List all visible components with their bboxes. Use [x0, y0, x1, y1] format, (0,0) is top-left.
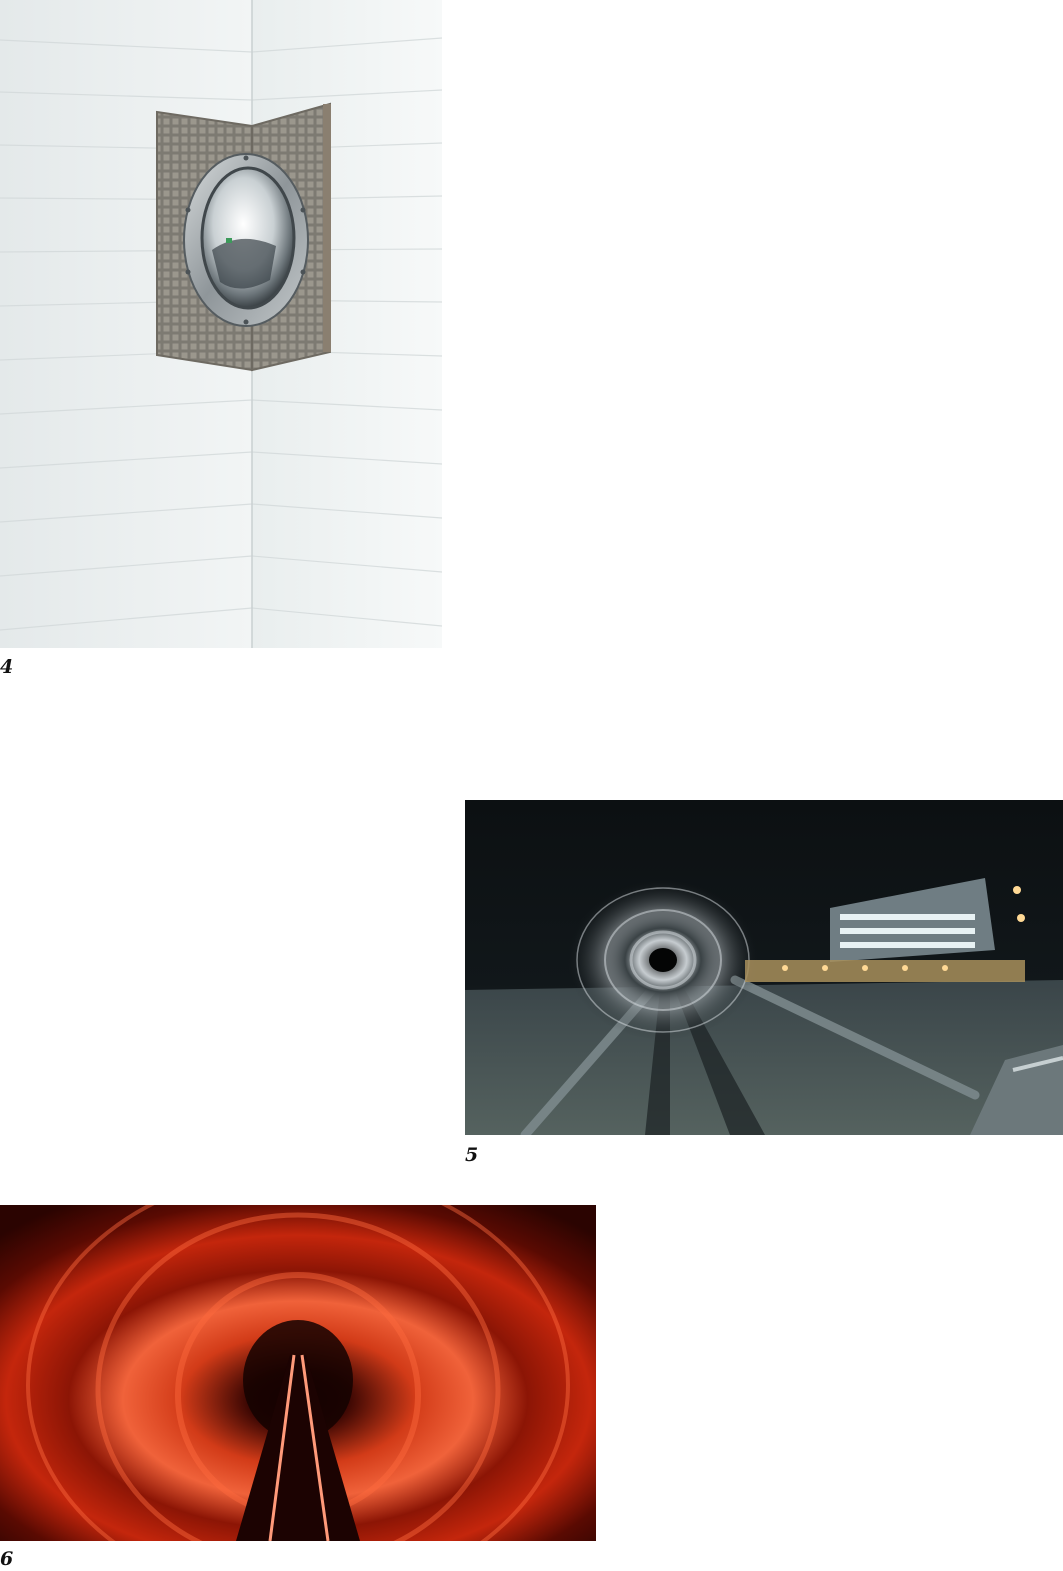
- figure-6-caption: 6: [0, 1548, 14, 1570]
- figure-6-image: [0, 1205, 596, 1541]
- figure-4-image: [0, 0, 442, 648]
- figure-5-caption: 5: [465, 1144, 479, 1166]
- figure-4-caption: 4: [0, 656, 14, 678]
- figure-5-image: [465, 800, 1063, 1135]
